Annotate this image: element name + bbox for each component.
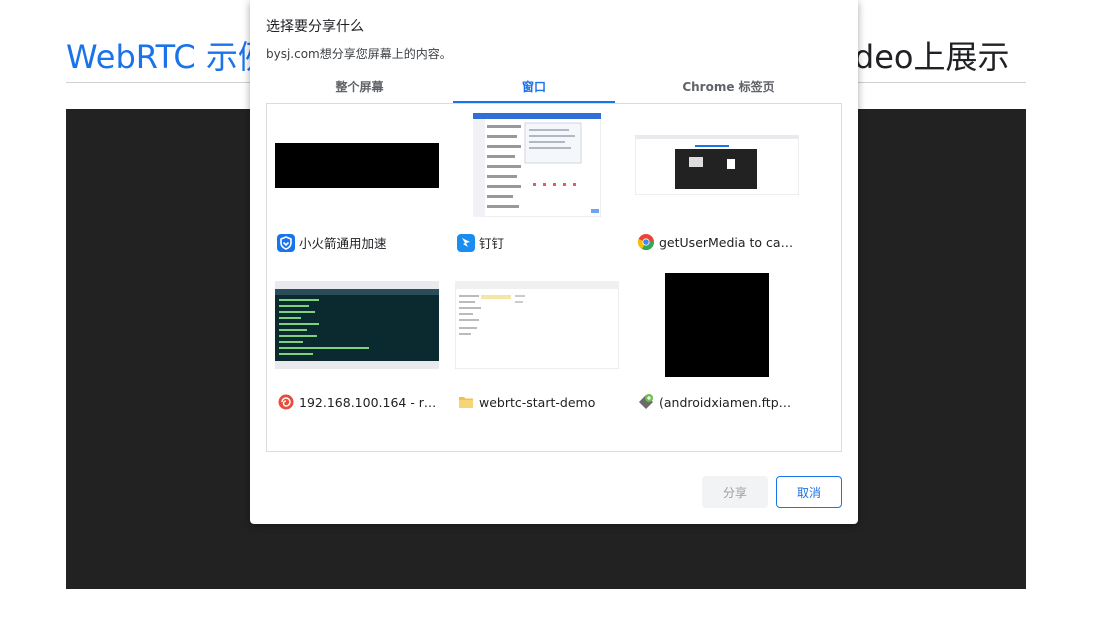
window-grid: 小火箭通用加速 钉钉 getUserMedia to canv... 192.1…	[266, 103, 842, 452]
window-thumbnail	[455, 273, 619, 377]
window-thumbnail	[275, 113, 439, 217]
source-tabs: 整个屏幕 窗口 Chrome 标签页	[266, 75, 842, 104]
tab-chrome-tab[interactable]: Chrome 标签页	[615, 75, 842, 101]
window-thumbnail	[635, 273, 799, 377]
window-label: (androidxiamen.ftp01....	[659, 394, 797, 410]
share-button[interactable]: 分享	[702, 476, 768, 508]
window-thumbnail	[455, 113, 619, 217]
window-label: 小火箭通用加速	[299, 236, 387, 251]
dialog-subtitle: bysj.com想分享您屏幕上的内容。	[266, 47, 452, 61]
window-label: 192.168.100.164 - roo...	[299, 394, 437, 410]
window-item[interactable]: (androidxiamen.ftp01....	[627, 273, 797, 423]
dialog-title: 选择要分享什么	[266, 19, 364, 35]
shell-icon	[277, 393, 295, 411]
window-label: webrtc-start-demo	[479, 394, 596, 410]
window-item[interactable]: 小火箭通用加速	[267, 113, 439, 263]
window-label: getUserMedia to canv...	[659, 234, 797, 250]
window-thumbnail	[635, 113, 799, 217]
shield-icon	[277, 233, 295, 252]
window-thumbnail	[275, 273, 439, 377]
window-label: 钉钉	[479, 236, 505, 251]
folder-icon	[457, 393, 475, 411]
window-item[interactable]: 钉钉	[447, 113, 613, 263]
window-item[interactable]: webrtc-start-demo	[447, 273, 619, 423]
page-title-tail: ideo上展示	[845, 38, 1010, 76]
dialog-actions: 分享 取消	[702, 476, 842, 508]
window-item[interactable]: 192.168.100.164 - roo...	[267, 273, 439, 423]
page-title: WebRTC 示例	[66, 38, 270, 76]
dingtalk-icon	[457, 233, 475, 252]
screen-share-dialog: 选择要分享什么 bysj.com想分享您屏幕上的内容。 整个屏幕 窗口 Chro…	[250, 0, 858, 524]
tab-entire-screen[interactable]: 整个屏幕	[266, 75, 453, 101]
tab-window[interactable]: 窗口	[453, 75, 615, 103]
ftp-icon	[637, 393, 655, 411]
window-item[interactable]: getUserMedia to canv...	[627, 113, 799, 263]
cancel-button[interactable]: 取消	[776, 476, 842, 508]
chrome-icon	[637, 233, 655, 251]
